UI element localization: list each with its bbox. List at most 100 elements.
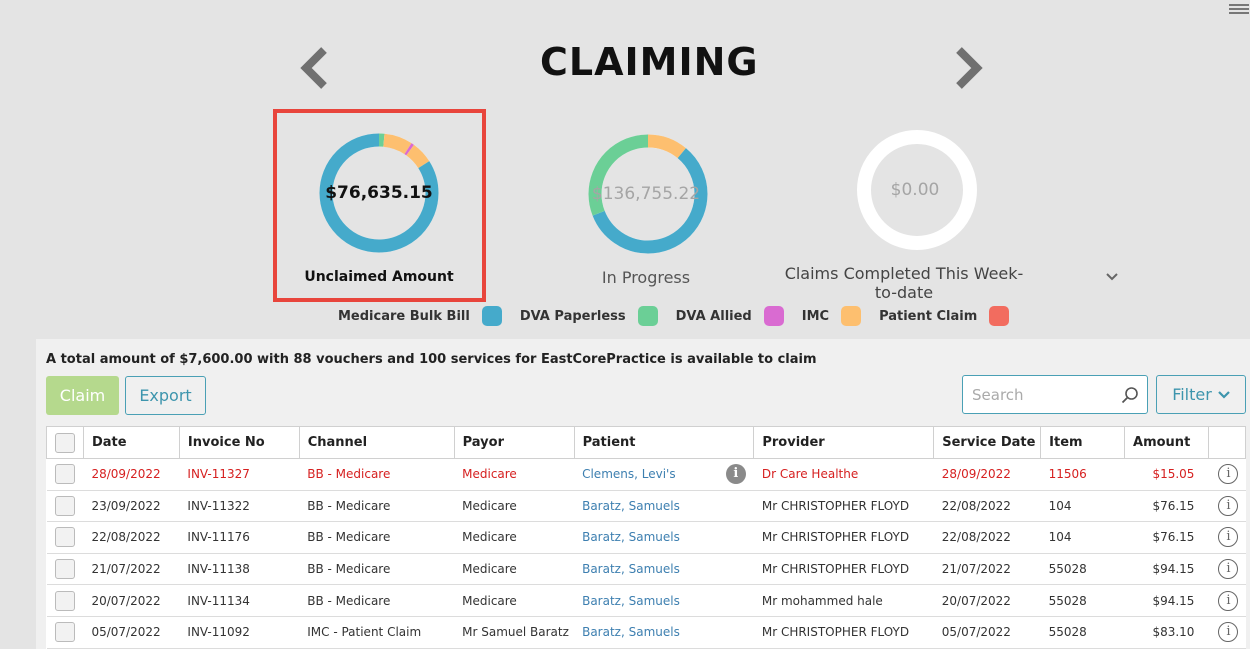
info-icon[interactable]: i: [1218, 590, 1239, 611]
invoice-link[interactable]: INV-11327: [179, 458, 300, 491]
in-progress-value: $136,755.22: [591, 184, 701, 204]
row-checkbox[interactable]: [54, 559, 75, 580]
search-icon[interactable]: [1121, 386, 1139, 404]
legend-label: DVA Allied: [675, 308, 752, 324]
row-checkbox[interactable]: [54, 495, 75, 516]
invoice-link[interactable]: INV-11322: [179, 489, 300, 523]
in-progress-label: In Progress: [601, 268, 691, 287]
legend-label: Medicare Bulk Bill: [338, 308, 470, 324]
provider-link[interactable]: Dr Care Healthe: [753, 458, 934, 491]
legend-label: DVA Paperless: [519, 308, 626, 324]
cell-channel: BB - Medicare: [299, 521, 455, 554]
column-header-item[interactable]: Item: [1040, 426, 1126, 459]
chevron-right-icon[interactable]: [951, 44, 987, 92]
table-row[interactable]: 22/08/2022 INV-11176 BB - Medicare Medicare…: [46, 521, 1246, 554]
cell-payor: Medicare: [454, 552, 575, 586]
chevron-down-icon: [1218, 390, 1230, 399]
patient-link[interactable]: Baratz, Samuels: [582, 530, 680, 544]
cell-amount: $76.15: [1124, 489, 1209, 523]
cell-date: 28/09/2022: [83, 458, 180, 491]
unclaimed-amount-card[interactable]: $76,635.15 Unclaimed Amount: [276, 110, 482, 298]
row-checkbox[interactable]: [54, 464, 75, 485]
row-checkbox[interactable]: [54, 527, 75, 548]
info-icon[interactable]: i: [1218, 464, 1239, 485]
claim-summary-text: A total amount of $7,600.00 with 88 vouc…: [46, 352, 817, 367]
provider-link[interactable]: Mr CHRISTOPHER FLOYD: [753, 615, 934, 649]
table-row[interactable]: 23/09/2022 INV-11322 BB - Medicare Medicare…: [46, 489, 1246, 523]
row-info-cell: i: [1208, 615, 1246, 649]
provider-link[interactable]: Mr CHRISTOPHER FLOYD: [753, 552, 934, 586]
provider-link[interactable]: Mr CHRISTOPHER FLOYD: [753, 521, 934, 554]
in-progress-card[interactable]: $136,755.22 In Progress: [560, 128, 732, 293]
claim-button[interactable]: Claim: [46, 376, 119, 415]
cell-payor: Mr Samuel Baratz: [454, 615, 575, 649]
cell-channel: BB - Medicare: [299, 552, 455, 586]
legend-item: Patient Claim: [879, 306, 1010, 326]
chevron-left-icon[interactable]: [296, 44, 332, 92]
info-icon[interactable]: i: [1218, 527, 1239, 548]
filter-label: Filter: [1172, 385, 1212, 404]
cell-patient: Clemens, Levi's i: [574, 458, 754, 491]
patient-info-icon[interactable]: i: [725, 464, 746, 484]
invoice-link[interactable]: INV-11134: [179, 584, 300, 617]
patient-link[interactable]: Baratz, Samuels: [582, 625, 680, 639]
filter-button[interactable]: Filter: [1156, 375, 1246, 414]
provider-link[interactable]: Mr CHRISTOPHER FLOYD: [753, 489, 934, 523]
cell-amount: $15.05: [1124, 458, 1209, 491]
patient-link[interactable]: Clemens, Levi's: [582, 467, 676, 481]
legend-item: DVA Allied: [676, 306, 784, 326]
column-header-date[interactable]: Date: [82, 426, 180, 459]
table-row[interactable]: 05/07/2022 INV-11092 IMC - Patient Claim Mr…: [46, 615, 1246, 649]
cell-item: 104: [1040, 521, 1125, 554]
column-header-amount[interactable]: Amount: [1124, 426, 1209, 459]
export-button[interactable]: Export: [125, 376, 206, 415]
column-header-payor[interactable]: Payor: [453, 426, 575, 459]
row-info-cell: i: [1208, 489, 1246, 523]
cell-patient: Baratz, Samuels: [574, 584, 754, 617]
legend-swatch: [637, 306, 658, 326]
table-row[interactable]: 20/07/2022 INV-11134 BB - Medicare Medicare…: [46, 584, 1246, 617]
invoice-link[interactable]: INV-11138: [179, 552, 300, 586]
column-header-service-date[interactable]: Service Date: [933, 426, 1042, 459]
patient-link[interactable]: Baratz, Samuels: [582, 594, 680, 608]
legend-label: IMC: [801, 308, 830, 324]
patient-link[interactable]: Baratz, Samuels: [582, 499, 680, 513]
cell-date: 21/07/2022: [83, 552, 180, 586]
chevron-down-icon[interactable]: [1034, 270, 1118, 281]
provider-link[interactable]: Mr mohammed hale: [753, 584, 934, 617]
invoice-link[interactable]: INV-11176: [179, 521, 300, 554]
claims-completed-value: $0.00: [890, 180, 940, 200]
invoice-link[interactable]: INV-11092: [179, 615, 300, 649]
search-input[interactable]: [963, 376, 1113, 413]
menu-icon[interactable]: [1229, 4, 1249, 16]
cell-service-date: 21/07/2022: [933, 552, 1041, 586]
column-header-actions: [1207, 426, 1247, 459]
row-checkbox[interactable]: [54, 622, 75, 643]
legend-swatch: [763, 306, 784, 326]
cell-amount: $83.10: [1124, 615, 1209, 649]
info-icon[interactable]: i: [1218, 495, 1239, 516]
info-icon[interactable]: i: [1218, 622, 1239, 643]
table-row[interactable]: 28/09/2022 INV-11327 BB - Medicare Medicare…: [46, 458, 1246, 491]
select-all-checkbox[interactable]: [55, 432, 75, 453]
column-header-invoice[interactable]: Invoice No: [178, 426, 300, 459]
column-header-channel[interactable]: Channel: [298, 426, 455, 459]
legend-swatch: [481, 306, 502, 326]
column-header-provider[interactable]: Provider: [753, 426, 935, 459]
cell-service-date: 20/07/2022: [933, 584, 1041, 617]
unclaimed-amount-label: Unclaimed Amount: [304, 269, 454, 285]
cell-service-date: 22/08/2022: [933, 489, 1041, 523]
claims-completed-card[interactable]: $0.00 Claims Completed This Week-to-date: [784, 126, 1118, 302]
cell-amount: $94.15: [1124, 584, 1209, 617]
cell-patient: Baratz, Samuels: [574, 521, 754, 554]
row-checkbox[interactable]: [54, 590, 75, 611]
unclaimed-amount-value: $76,635.15: [325, 183, 433, 203]
patient-link[interactable]: Baratz, Samuels: [582, 562, 680, 576]
cell-payor: Medicare: [454, 489, 575, 523]
cell-service-date: 28/09/2022: [933, 458, 1041, 491]
column-header-patient[interactable]: Patient: [573, 426, 755, 459]
claims-completed-label: Claims Completed This Week-to-date: [784, 264, 1024, 302]
info-icon[interactable]: i: [1218, 559, 1239, 580]
table-row[interactable]: 21/07/2022 INV-11138 BB - Medicare Medicare…: [46, 552, 1246, 586]
row-select-cell: [46, 458, 84, 491]
